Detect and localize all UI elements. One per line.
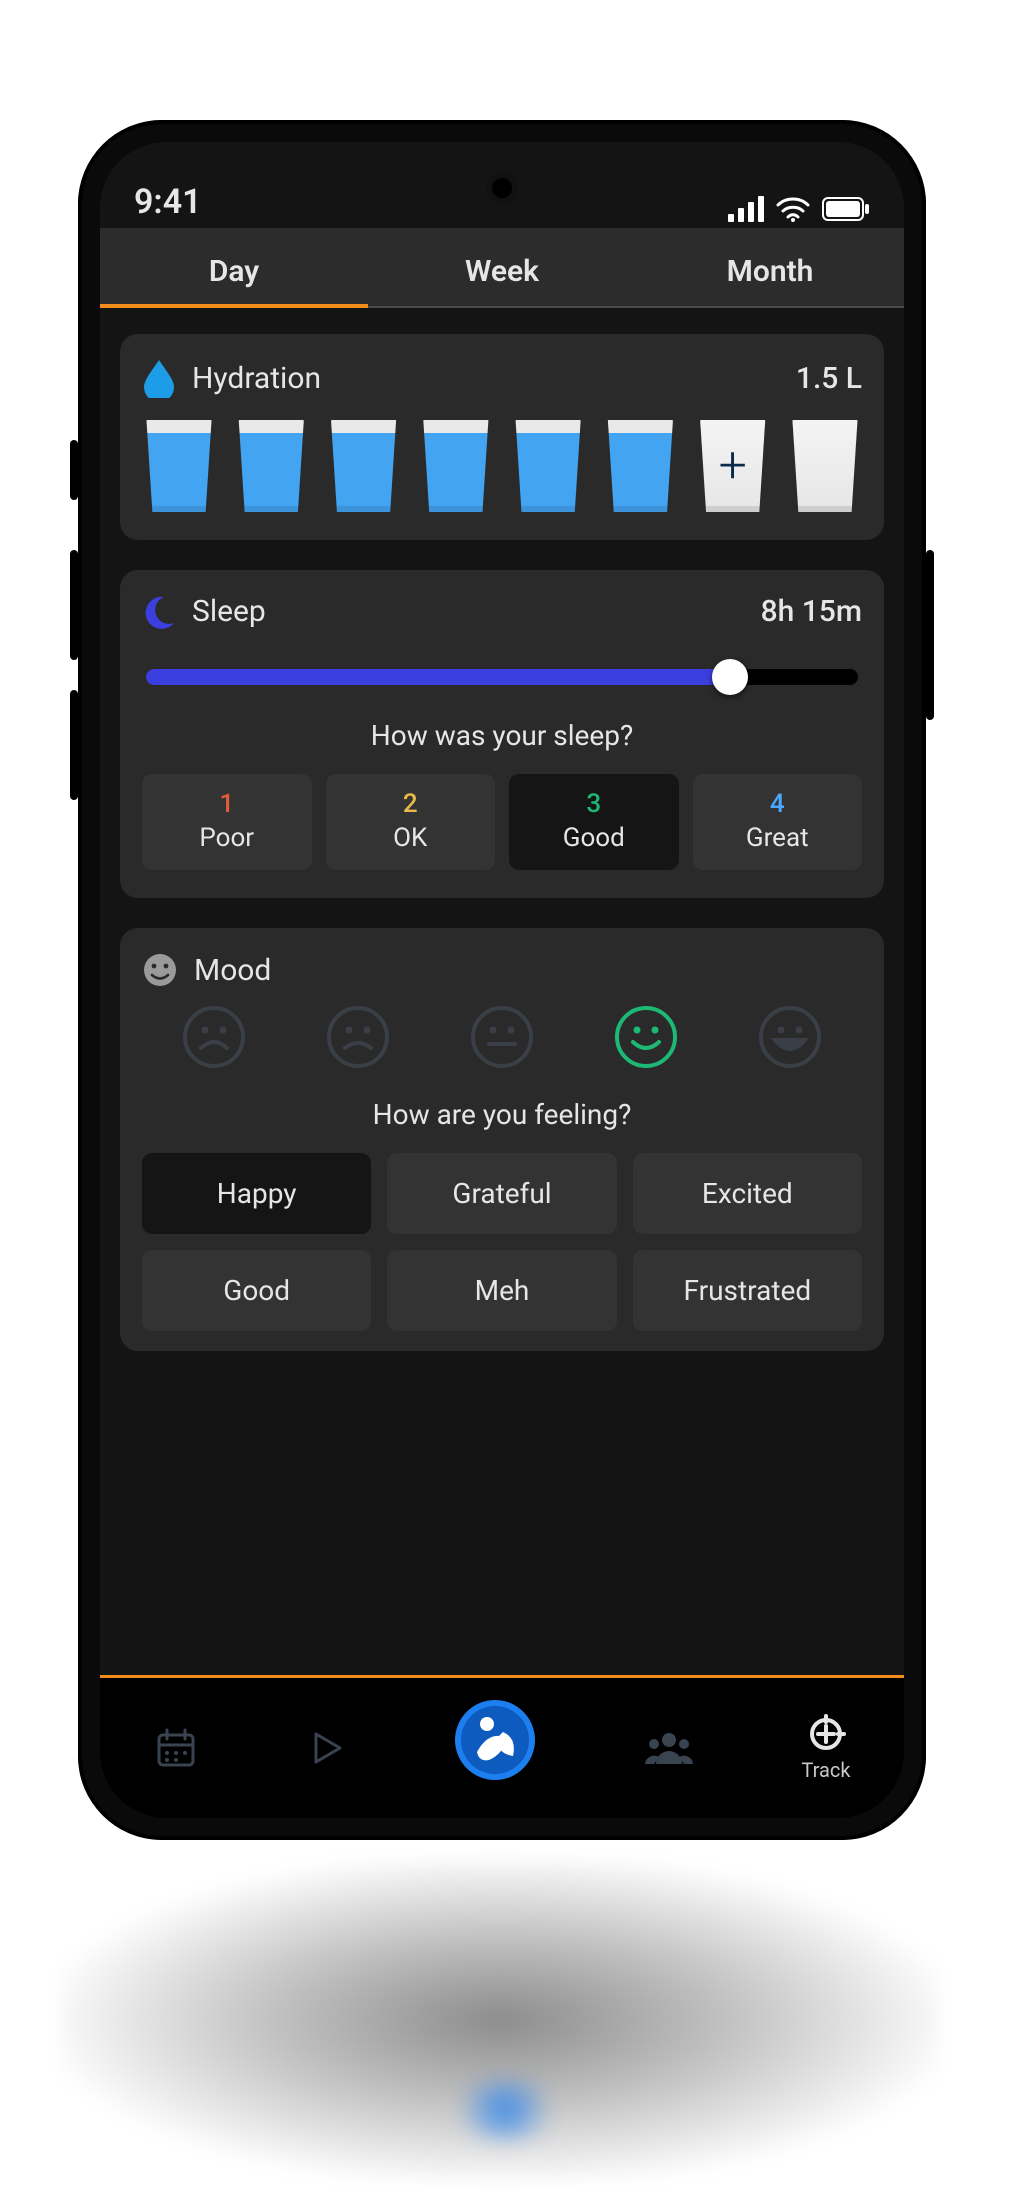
mood-chip-frustrated[interactable]: Frustrated [633,1250,862,1331]
hydration-cup-filled[interactable] [511,420,585,512]
mood-chip-excited[interactable]: Excited [633,1153,862,1234]
sleep-slider-fill [146,669,730,685]
hydration-cup-filled[interactable] [142,420,216,512]
rating-number: 4 [694,789,862,819]
reflection-glow [445,2080,565,2140]
sleep-rating-poor[interactable]: 1 Poor [142,774,312,870]
mood-chip-meh[interactable]: Meh [387,1250,616,1331]
hydration-title: Hydration [192,361,321,396]
nav-track-label: Track [801,1758,850,1782]
hydration-value: 1.5 L [796,361,862,396]
mood-face-2[interactable] [325,1004,391,1070]
rating-label: Poor [199,823,254,853]
hydration-cup-filled[interactable] [603,420,677,512]
hydration-cup-empty[interactable] [788,420,862,512]
rating-label: OK [393,823,427,853]
battery-icon [822,197,870,221]
cellular-icon [728,196,764,222]
cup-body [234,420,308,512]
hydration-cup-filled[interactable] [234,420,308,512]
sleep-value: 8h 15m [761,594,862,629]
mood-chips: HappyGratefulExcited GoodMehFrustrated [142,1153,862,1331]
play-icon [306,1728,346,1768]
rating-number: 1 [143,789,311,819]
rating-label: Good [563,823,625,853]
logo-icon [453,1698,537,1782]
cup-body [419,420,493,512]
moon-icon [142,595,176,629]
mood-icon [142,952,178,988]
sleep-ratings: 1 Poor 2 OK 3 Good 4 Great [142,774,862,870]
mood-chip-good[interactable]: Good [142,1250,371,1331]
tab-underline [100,304,368,308]
phone-frame: 9:41 Day Week Mo [78,120,926,1840]
sleep-slider-thumb[interactable] [712,659,748,695]
cup-body [327,420,401,512]
bottom-nav: Track [100,1678,904,1818]
nav-community[interactable] [644,1728,694,1768]
mood-face-5[interactable] [757,1004,823,1070]
front-camera [492,178,512,198]
hydration-cup-filled[interactable] [327,420,401,512]
mood-face-1[interactable] [181,1004,247,1070]
calendar-icon [153,1725,199,1771]
volume-down-button [70,690,78,800]
mood-title: Mood [194,953,271,988]
tab-day[interactable]: Day [100,254,368,289]
nav-home[interactable] [453,1698,537,1782]
hydration-cups: + [142,420,862,512]
tab-month[interactable]: Month [636,254,904,289]
sleep-title: Sleep [192,594,266,629]
mood-chip-happy[interactable]: Happy [142,1153,371,1234]
mood-face-3[interactable] [469,1004,535,1070]
group-icon [644,1728,694,1768]
nav-track[interactable]: Track [801,1714,850,1782]
plus-icon: + [696,420,770,512]
phone-screen: 9:41 Day Week Mo [100,142,904,1818]
wifi-icon [776,196,810,222]
side-button [70,440,78,500]
cup-body [142,420,216,512]
mood-faces [142,1004,862,1070]
sleep-question: How was your sleep? [142,719,862,752]
cup-body [788,420,862,512]
sleep-rating-good[interactable]: 3 Good [509,774,679,870]
volume-up-button [70,550,78,660]
rating-number: 2 [327,789,495,819]
water-drop-icon [142,358,176,398]
mood-question: How are you feeling? [142,1098,862,1131]
rating-label: Great [746,823,809,853]
sleep-card: Sleep 8h 15m How was your sleep? 1 Poor 2 O… [120,570,884,898]
plus-target-icon [806,1714,846,1754]
power-button [926,550,934,720]
sleep-rating-great[interactable]: 4 Great [693,774,863,870]
nav-calendar[interactable] [153,1725,199,1771]
mood-face-4[interactable] [613,1004,679,1070]
range-tabs: Day Week Month [100,236,904,308]
content-scroll[interactable]: Hydration 1.5 L + Sleep [100,308,904,1675]
cup-body [511,420,585,512]
rating-number: 3 [510,789,678,819]
tab-week[interactable]: Week [368,254,636,289]
cup-body [603,420,677,512]
status-time: 9:41 [134,182,202,222]
mood-chip-grateful[interactable]: Grateful [387,1153,616,1234]
sleep-rating-ok[interactable]: 2 OK [326,774,496,870]
hydration-cup-filled[interactable] [419,420,493,512]
sleep-slider[interactable] [146,669,858,685]
hydration-cup-add[interactable]: + [696,420,770,512]
range-tabs-container: Day Week Month [100,228,904,308]
nav-play[interactable] [306,1728,346,1768]
hydration-card: Hydration 1.5 L + [120,334,884,540]
mood-card: Mood How are you feeling? HappyGratefulE… [120,928,884,1351]
